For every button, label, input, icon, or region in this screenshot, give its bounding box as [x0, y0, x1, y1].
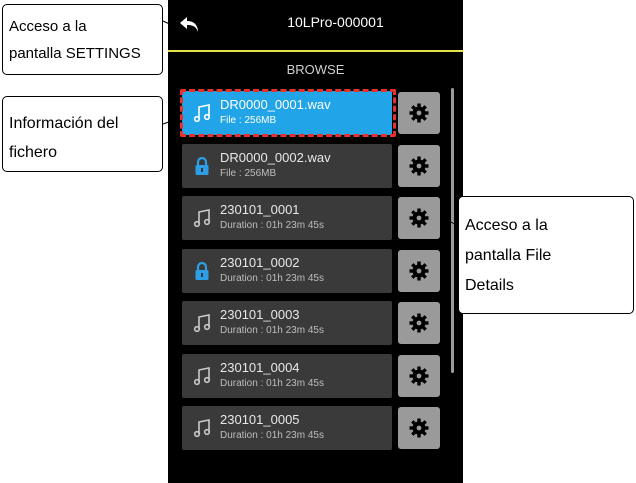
file-name: 230101_0004	[220, 359, 300, 375]
gear-icon	[409, 418, 429, 438]
file-detail: Duration : 01h 23m 45s	[220, 220, 324, 231]
file-name: 230101_0005	[220, 412, 300, 427]
back-arrow-icon	[180, 17, 198, 32]
file-details-button[interactable]	[398, 197, 440, 239]
device-title: 10LPro-000001	[287, 14, 384, 30]
file-details-button[interactable]	[398, 407, 440, 449]
file-name: DR0000_0002.wav	[220, 149, 331, 165]
file-name: 230101_0001	[220, 202, 300, 217]
file-icon-holder	[192, 417, 212, 439]
back-button[interactable]	[176, 11, 204, 39]
file-icon-holder	[192, 207, 212, 229]
file-icon-holder	[192, 155, 212, 177]
gear-icon	[409, 208, 429, 228]
callout-settings: Acceso a la pantalla SETTINGS	[2, 4, 163, 75]
file-details-button[interactable]	[398, 92, 440, 134]
gear-icon	[409, 103, 429, 123]
file-icon-holder	[192, 260, 212, 282]
file-item[interactable]: 230101_0003 Duration : 01h 23m 45s	[182, 301, 392, 345]
file-icon-holder	[192, 102, 212, 124]
file-detail: Duration : 01h 23m 45s	[220, 325, 324, 336]
file-detail: File : 256MB	[220, 115, 277, 126]
file-item[interactable]: 230101_0005 Duration : 01h 23m 45s	[182, 406, 392, 450]
music-note-icon	[193, 209, 211, 228]
callout-file-info-line1: Información del	[9, 115, 119, 132]
file-details-button[interactable]	[398, 302, 440, 344]
music-note-icon	[193, 419, 211, 438]
file-detail: File : 256MB	[220, 167, 277, 179]
music-note-icon	[193, 314, 211, 333]
gear-icon	[409, 156, 429, 175]
file-name: 230101_0003	[220, 307, 300, 322]
file-details-button[interactable]	[398, 144, 440, 187]
file-details-button[interactable]	[398, 249, 440, 292]
lock-icon	[195, 156, 209, 175]
top-bar: 10LPro-000001	[168, 0, 463, 50]
callout-file-details: Acceso a la pantalla File Details	[458, 196, 634, 314]
file-name: 230101_0002	[220, 254, 300, 270]
callout-settings-line1: Acceso a la	[9, 18, 87, 35]
browse-title: BROWSE	[286, 62, 345, 77]
gear-icon	[409, 261, 429, 280]
callout-file-info: Información del fichero	[2, 96, 163, 172]
music-note-icon	[193, 366, 211, 385]
file-name: DR0000_0001.wav	[220, 97, 331, 112]
file-icon-holder	[192, 312, 212, 334]
file-detail: Duration : 01h 23m 45s	[220, 430, 324, 441]
callout-file-details-line2: pantalla File	[465, 247, 552, 264]
file-detail: Duration : 01h 23m 45s	[220, 272, 324, 284]
file-item[interactable]: 230101_0001 Duration : 01h 23m 45s	[182, 196, 392, 240]
device-screen: 10LPro-000001 BROWSE DR0000_0001.wav File…	[168, 0, 463, 483]
header-divider	[168, 50, 463, 52]
callout-file-details-line3: Details	[465, 277, 514, 294]
lock-icon	[195, 261, 209, 280]
file-item[interactable]: DR0000_0002.wav File : 256MB	[182, 143, 392, 188]
file-item[interactable]: 230101_0004 Duration : 01h 23m 45s	[182, 353, 392, 398]
file-item[interactable]: 230101_0002 Duration : 01h 23m 45s	[182, 248, 392, 293]
callout-settings-line2: pantalla SETTINGS	[9, 45, 141, 62]
callout-file-details-line1: Acceso a la	[465, 217, 548, 234]
gear-icon	[409, 313, 429, 333]
file-icon-holder	[192, 365, 212, 387]
gear-icon	[409, 366, 429, 385]
file-detail: Duration : 01h 23m 45s	[220, 377, 324, 389]
callout-file-info-line2: fichero	[9, 144, 58, 161]
file-details-button[interactable]	[398, 354, 440, 397]
file-item[interactable]: DR0000_0001.wav File : 256MB	[182, 91, 392, 135]
music-note-icon	[193, 104, 211, 123]
scrollbar[interactable]	[451, 88, 454, 373]
